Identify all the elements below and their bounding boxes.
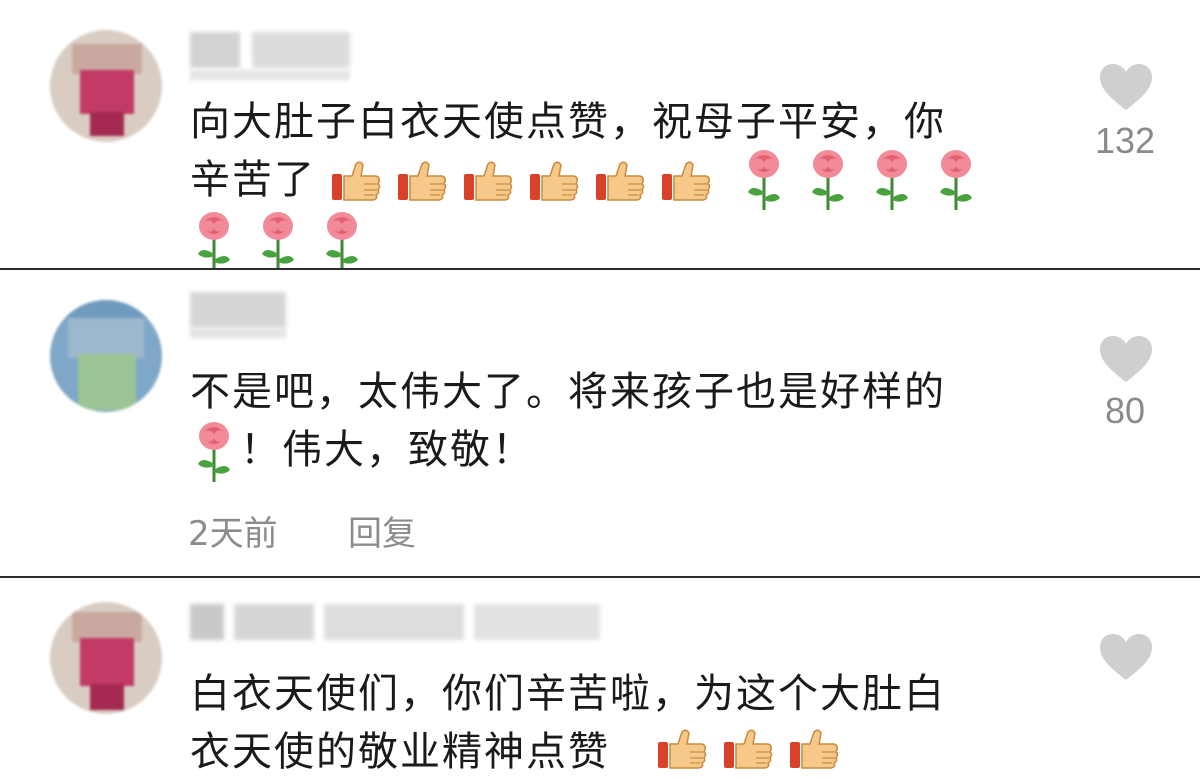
comment-item: 向大肚子白衣天使点赞，祝母子平安，你 辛苦了 132 [0, 0, 1200, 268]
reply-button[interactable]: 回复 [348, 506, 416, 555]
username-blurred[interactable] [190, 292, 286, 328]
thumbs-up-icon [594, 160, 646, 204]
like-heart-icon[interactable] [1098, 632, 1154, 682]
like-heart-icon[interactable] [1098, 62, 1154, 112]
like-heart-icon[interactable] [1098, 334, 1154, 384]
rose-icon [932, 148, 980, 212]
emoji-row [656, 728, 854, 772]
comment-text-line: 白衣天使们，你们辛苦啦，为这个大肚白 [190, 671, 946, 717]
comment-timestamp: 2天前 [188, 514, 278, 554]
like-count: 80 [1104, 390, 1146, 431]
comment-item: 不是吧，太伟大了。将来孩子也是好样的 ！伟大，致敬！ 2天前 回复 80 [0, 270, 1200, 576]
comment-text-line: 向大肚子白衣天使点赞，祝母子平安，你 [190, 99, 946, 145]
rose-icon [804, 148, 852, 212]
avatar[interactable] [50, 300, 162, 412]
thumbs-up-icon [660, 160, 712, 204]
username-blurred[interactable] [190, 32, 350, 68]
avatar[interactable] [50, 602, 162, 714]
thumbs-up-icon [396, 160, 448, 204]
thumbs-up-icon [788, 728, 840, 772]
rose-icon [190, 420, 238, 484]
username-blurred[interactable] [190, 604, 600, 640]
avatar[interactable] [50, 30, 162, 142]
comment-text-line: ！伟大，致敬！ [240, 427, 534, 473]
rose-icon [740, 148, 788, 212]
comment-text-line: 不是吧，太伟大了。将来孩子也是好样的 [190, 369, 946, 415]
thumbs-up-icon [656, 728, 708, 772]
comment-text-line: 衣天使的敬业精神点赞 [190, 729, 610, 775]
comment-item: 白衣天使们，你们辛苦啦，为这个大肚白 衣天使的敬业精神点赞 [0, 578, 1200, 784]
thumbs-up-icon [330, 160, 382, 204]
comment-text-line: 辛苦了 [190, 157, 316, 203]
rose-icon [868, 148, 916, 212]
rose-icon [318, 210, 366, 268]
user-meta-blurred [190, 70, 350, 80]
emoji-row [190, 210, 382, 268]
thumbs-up-icon [722, 728, 774, 772]
thumbs-up-icon [462, 160, 514, 204]
like-count: 132 [1094, 120, 1156, 161]
user-meta-blurred [190, 328, 286, 338]
emoji-row [330, 160, 726, 204]
thumbs-up-icon [528, 160, 580, 204]
emoji-row [740, 148, 996, 212]
rose-icon [254, 210, 302, 268]
rose-icon [190, 210, 238, 268]
